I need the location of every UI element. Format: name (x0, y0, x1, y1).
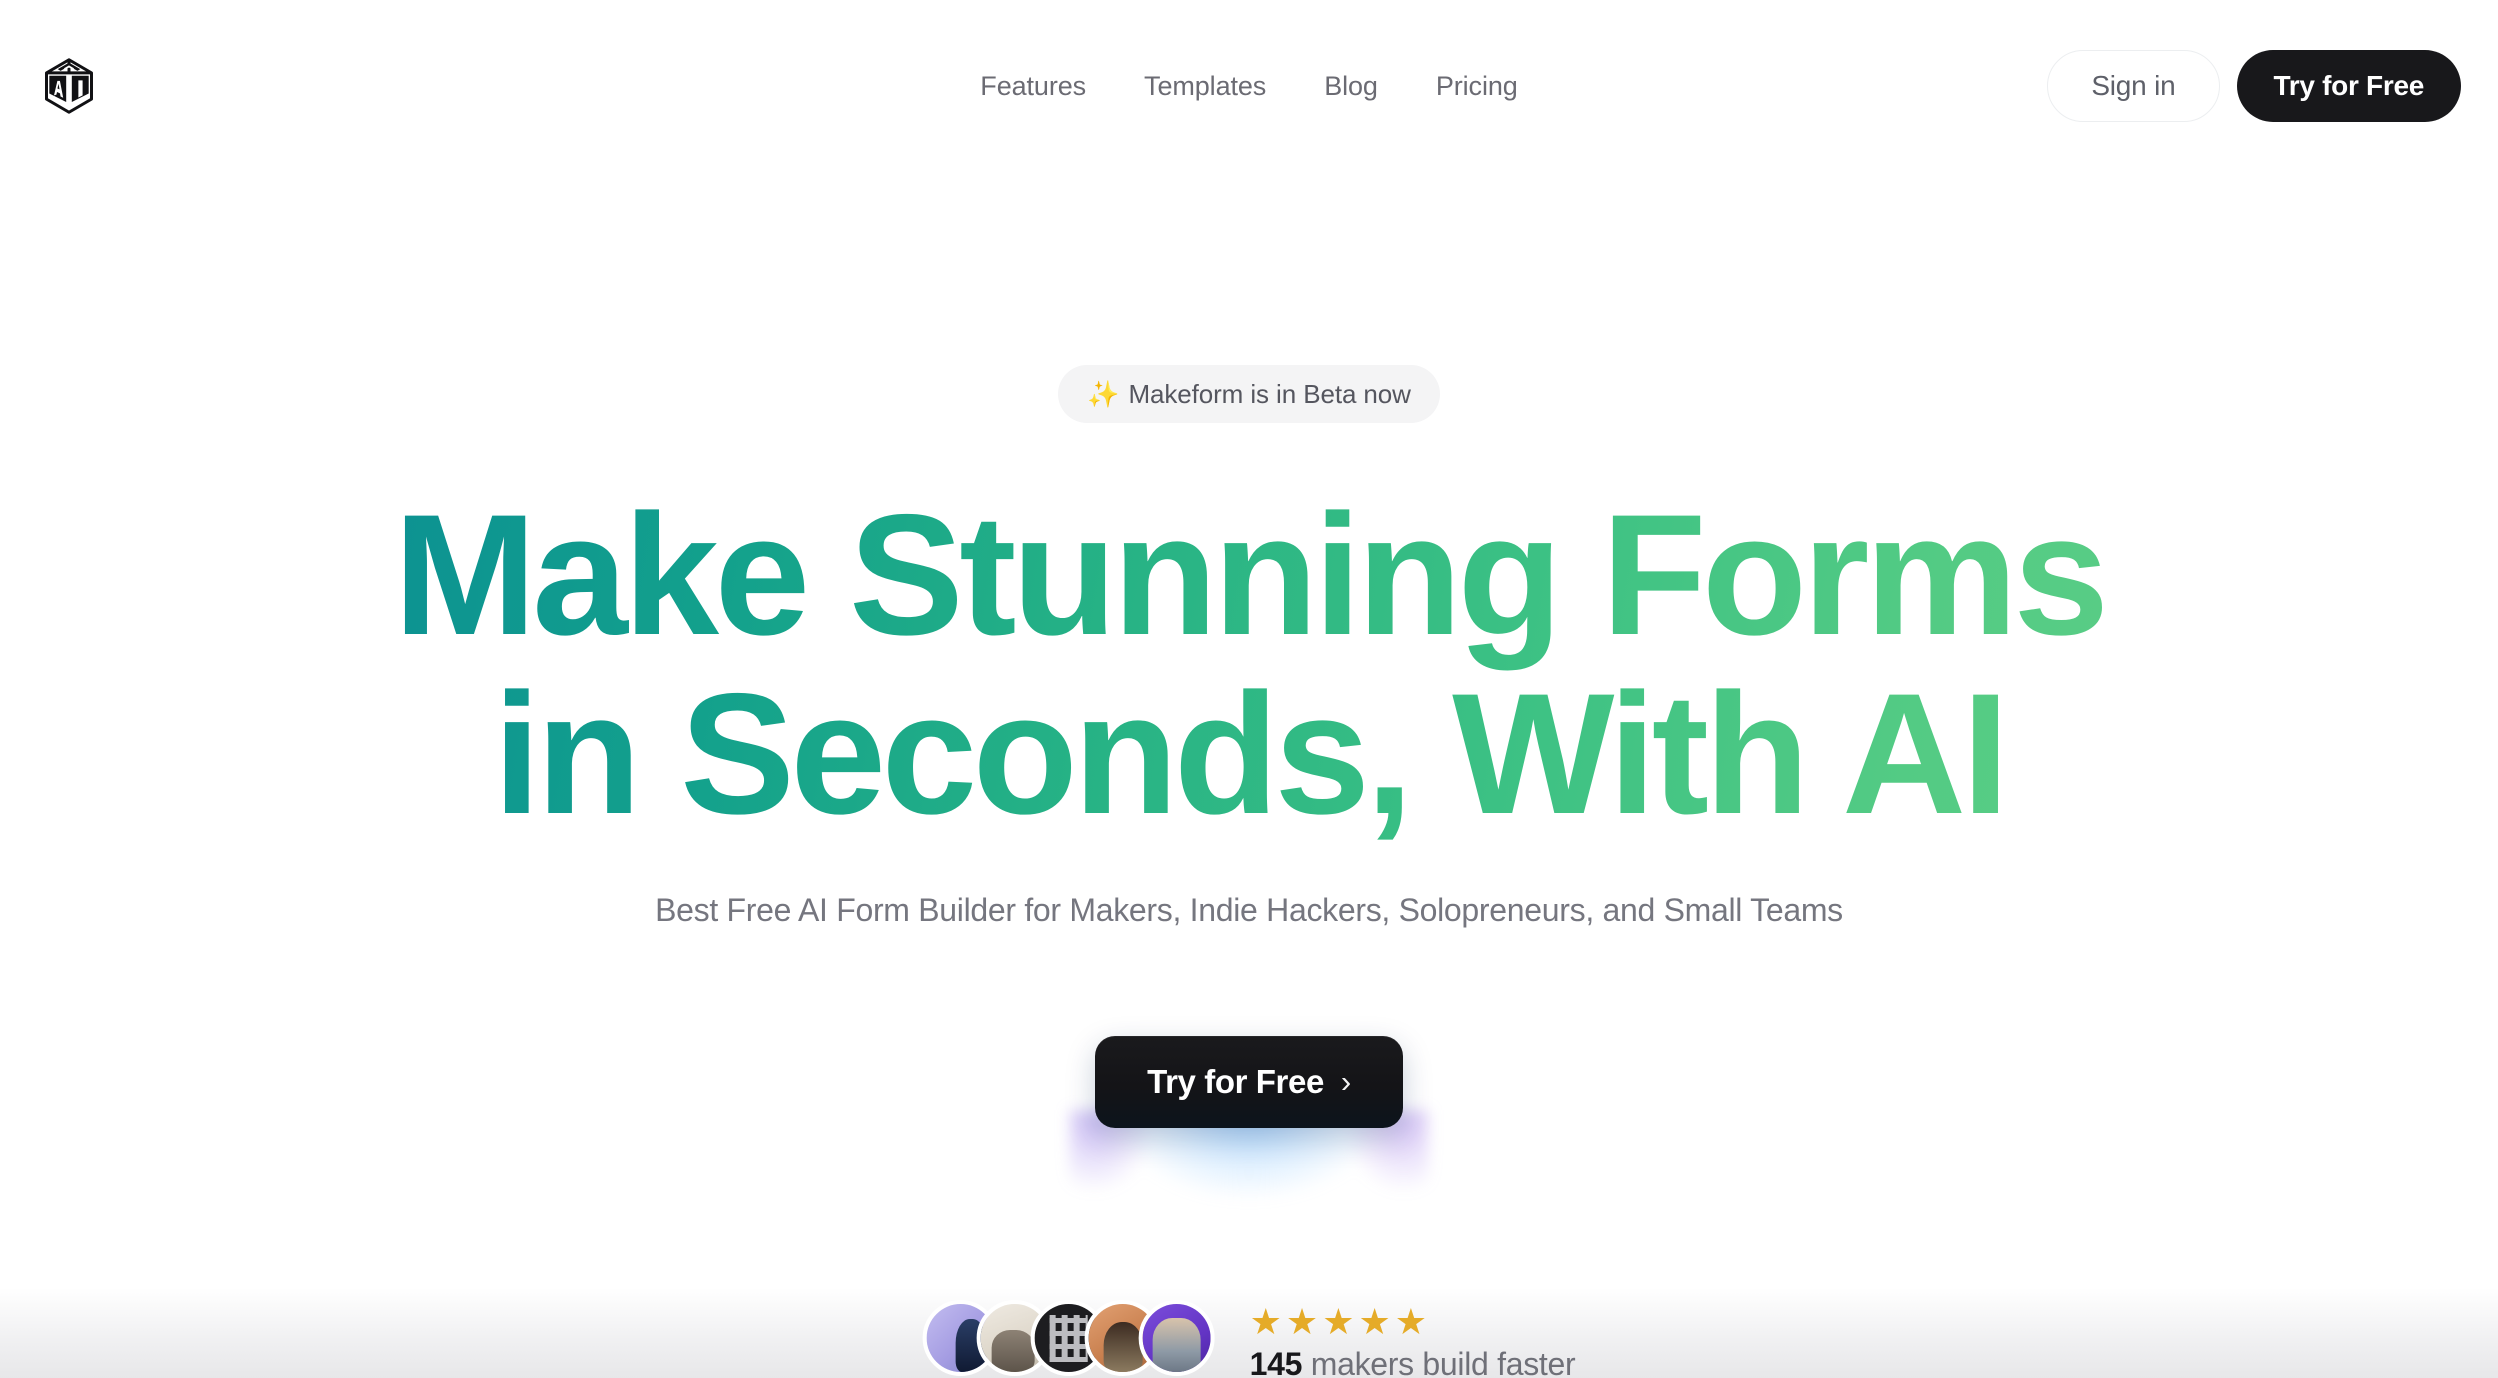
avatar (1138, 1300, 1215, 1376)
sparkles-icon: ✨ (1087, 379, 1120, 409)
headline-line-1: Make Stunning Forms (393, 479, 2105, 671)
main-navigation: Features Templates Blog Pricing (980, 71, 1517, 102)
brand-logo[interactable] (37, 55, 100, 118)
landing-page: Features Templates Blog Pricing Sign in … (0, 0, 2498, 1378)
chevron-right-icon: › (1340, 1063, 1351, 1099)
hero-subtitle: Best Free AI Form Builder for Makers, In… (655, 891, 1843, 928)
star-icon: ★ (1358, 1301, 1391, 1342)
nav-link-blog[interactable]: Blog (1324, 71, 1378, 102)
social-proof: ★ ★ ★ ★ ★ 145 makers build faster (922, 1300, 1576, 1378)
star-icon: ★ (1322, 1301, 1355, 1342)
nav-link-templates[interactable]: Templates (1144, 71, 1266, 102)
cta-glow-decoration (1068, 1109, 1429, 1320)
avatar-group (922, 1300, 1215, 1376)
headline-line-2: in Seconds, With AI (493, 657, 2005, 850)
site-header: Features Templates Blog Pricing Sign in … (0, 0, 2498, 172)
header-actions: Sign in Try for Free (2047, 50, 2461, 122)
star-icon: ★ (1394, 1301, 1428, 1342)
social-proof-text: ★ ★ ★ ★ ★ 145 makers build faster (1250, 1300, 1576, 1378)
star-icon: ★ (1249, 1301, 1282, 1342)
header-try-for-free-button[interactable]: Try for Free (2236, 50, 2461, 122)
cta-container: Try for Free › (1068, 1035, 1429, 1320)
makers-count: 145 (1249, 1346, 1303, 1378)
star-icon: ★ (1285, 1301, 1319, 1342)
fai-cube-icon (44, 58, 93, 114)
rating-stars: ★ ★ ★ ★ ★ (1250, 1304, 1576, 1340)
beta-badge[interactable]: ✨ Makeform is in Beta now (1058, 365, 1440, 423)
beta-badge-label: Makeform is in Beta now (1128, 378, 1411, 409)
hero-section: ✨ Makeform is in Beta now Make Stunning … (0, 0, 2498, 1378)
page-title: Make Stunning Forms in Seconds, With AI (319, 486, 2179, 844)
nav-link-features[interactable]: Features (980, 71, 1086, 102)
hero-cta-label: Try for Free (1147, 1062, 1324, 1100)
sign-in-button[interactable]: Sign in (2047, 50, 2220, 122)
makers-count-text: 145 makers build faster (1250, 1346, 1576, 1378)
nav-link-pricing[interactable]: Pricing (1436, 71, 1518, 102)
makers-count-suffix: makers build faster (1310, 1346, 1576, 1378)
hero-try-for-free-button[interactable]: Try for Free › (1095, 1035, 1403, 1128)
